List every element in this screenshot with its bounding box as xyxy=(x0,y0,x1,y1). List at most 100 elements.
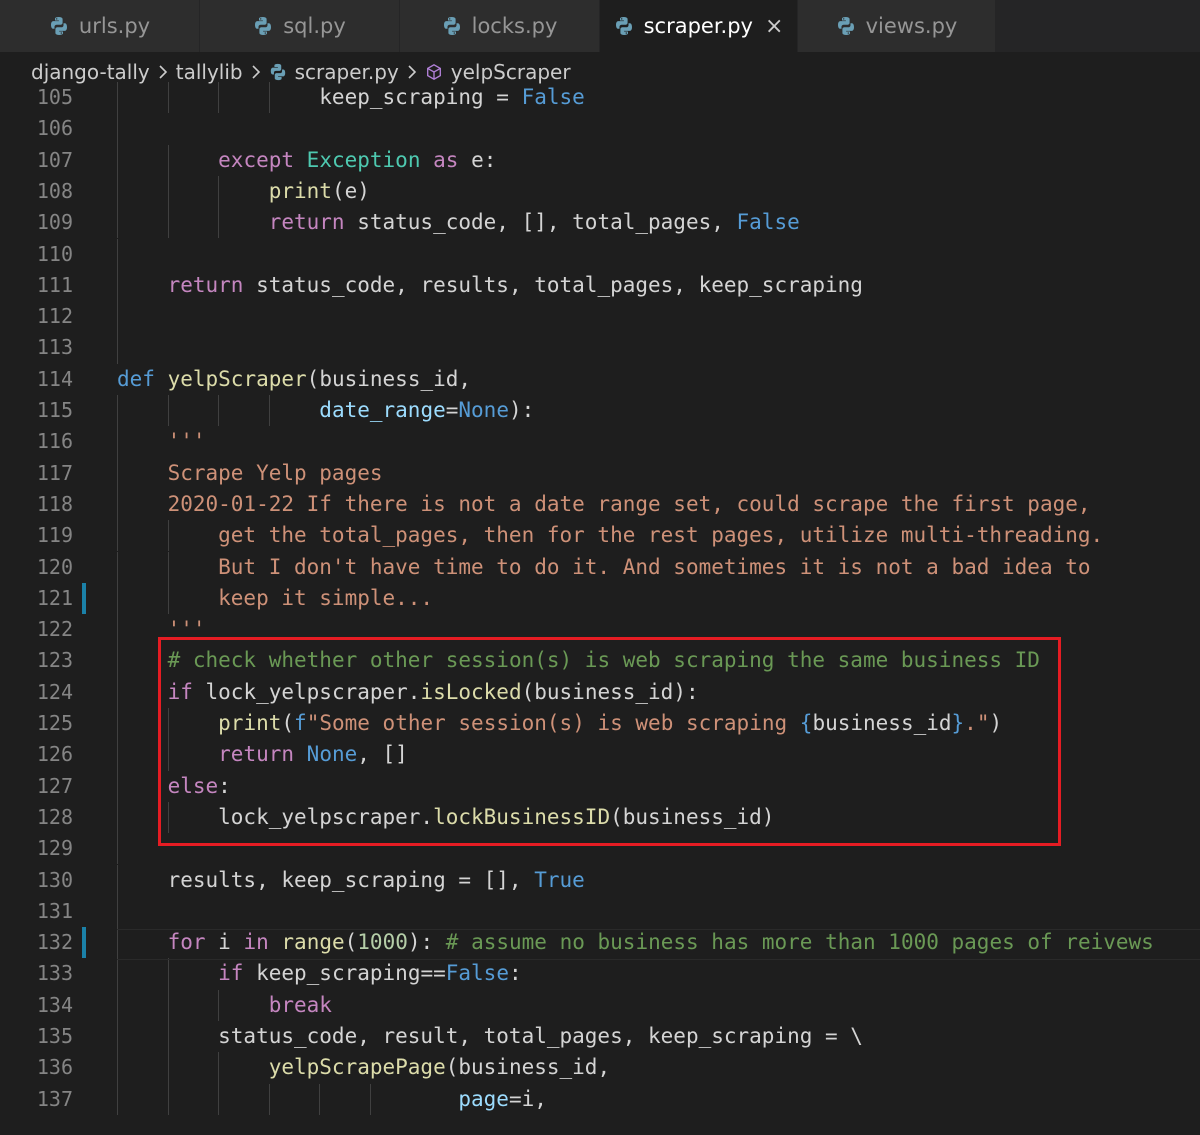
code-text: keep it simple... xyxy=(117,585,434,610)
tab-views[interactable]: views.py xyxy=(798,0,996,52)
code-line[interactable]: 136 yelpScrapePage(business_id, xyxy=(0,1052,1200,1084)
breadcrumb-folder-django-tally[interactable]: django-tally xyxy=(31,60,150,84)
line-number: 110 xyxy=(36,241,73,266)
code-line[interactable]: 106 xyxy=(0,113,1200,145)
code-text: except Exception as e: xyxy=(218,147,497,172)
code-line[interactable]: 117 Scrape Yelp pages xyxy=(0,457,1200,489)
close-icon[interactable]: × xyxy=(765,14,783,39)
current-line-highlight xyxy=(117,929,1200,960)
code-text: keep_scraping = False xyxy=(117,85,585,109)
code-text: if lock_yelpscraper.isLocked(business_id… xyxy=(167,679,699,704)
breadcrumb-folder-tallylib[interactable]: tallylib xyxy=(176,60,243,84)
indent-guide xyxy=(117,895,118,928)
line-number: 111 xyxy=(36,272,73,297)
line-number: 133 xyxy=(36,961,73,986)
line-number: 124 xyxy=(36,679,73,704)
code-text: return status_code, results, total_pages… xyxy=(167,272,863,297)
line-number: 106 xyxy=(36,116,73,141)
line-number: 130 xyxy=(36,867,73,892)
code-text: lock_yelpscraper.lockBusinessID(business… xyxy=(117,804,775,829)
breadcrumb-file-label: scraper.py xyxy=(294,60,399,84)
code-line[interactable]: 126 return None, [] xyxy=(0,739,1200,771)
code-line[interactable]: 122 ''' xyxy=(0,614,1200,646)
line-number: 121 xyxy=(36,585,73,610)
code-line[interactable]: 121 keep it simple... xyxy=(0,582,1200,615)
tab-scraper[interactable]: scraper.py × xyxy=(600,0,798,52)
code-text: results, keep_scraping = [], True xyxy=(117,867,585,892)
indent-guide xyxy=(117,113,118,145)
tab-label: sql.py xyxy=(283,14,346,38)
code-line[interactable]: 135 status_code, result, total_pages, ke… xyxy=(0,1021,1200,1053)
line-number: 116 xyxy=(36,429,73,454)
indent-guide xyxy=(117,238,118,270)
line-number: 132 xyxy=(36,930,73,955)
code-text: yelpScrapePage(business_id, xyxy=(268,1055,611,1080)
breadcrumb-file-scraper[interactable]: scraper.py xyxy=(269,60,399,84)
code-line[interactable]: 110 xyxy=(0,238,1200,270)
code-line[interactable]: 130 results, keep_scraping = [], True xyxy=(0,864,1200,896)
line-number: 137 xyxy=(36,1086,73,1111)
modified-line-indicator xyxy=(82,927,86,959)
line-number: 119 xyxy=(36,523,73,548)
code-line[interactable]: 116 ''' xyxy=(0,426,1200,458)
code-line[interactable]: 113 xyxy=(0,332,1200,364)
python-icon xyxy=(270,63,285,81)
code-text: return status_code, [], total_pages, Fal… xyxy=(268,210,800,235)
code-line[interactable]: 118 2020-01-22 If there is not a date ra… xyxy=(0,488,1200,521)
code-line[interactable]: 133 if keep_scraping==False: xyxy=(0,958,1200,990)
code-line[interactable]: 114 def yelpScraper(business_id, xyxy=(0,364,1200,395)
tab-label: locks.py xyxy=(471,14,558,38)
line-number: 105 xyxy=(36,85,73,109)
code-line[interactable]: 112 xyxy=(0,301,1200,333)
code-line[interactable]: 125 print(f"Some other session(s) is web… xyxy=(0,708,1200,740)
line-number: 125 xyxy=(36,711,73,735)
code-text: Scrape Yelp pages xyxy=(117,460,383,485)
chevron-right-icon xyxy=(159,65,167,79)
code-line[interactable]: 107 except Exception as e: xyxy=(0,144,1200,176)
tab-locks[interactable]: locks.py xyxy=(400,0,600,52)
code-text: return None, [] xyxy=(218,742,408,767)
python-icon xyxy=(615,17,632,35)
line-number: 134 xyxy=(36,992,73,1017)
code-text: break xyxy=(268,992,332,1017)
modified-line-indicator xyxy=(82,582,86,615)
code-text: But I don't have time to do it. And some… xyxy=(117,554,1091,579)
code-line[interactable]: 128 lock_yelpscraper.lockBusinessID(busi… xyxy=(0,801,1200,834)
code-line[interactable]: 105 keep_scraping = False xyxy=(0,82,1200,114)
code-text: status_code, result, total_pages, keep_s… xyxy=(117,1024,863,1048)
code-line[interactable]: 120 But I don't have time to do it. And … xyxy=(0,551,1200,583)
code-text: else: xyxy=(167,773,231,798)
code-line[interactable]: 131 xyxy=(0,895,1200,928)
code-text: 2020-01-22 If there is not a date range … xyxy=(117,491,1091,516)
code-text: def yelpScraper(business_id, xyxy=(117,366,472,391)
code-line[interactable]: 137 page=i, xyxy=(0,1083,1200,1115)
code-line[interactable]: 123 # check whether other session(s) is … xyxy=(0,645,1200,677)
tab-label: views.py xyxy=(865,14,958,38)
code-line[interactable]: 127 else: xyxy=(0,770,1200,802)
line-number: 131 xyxy=(36,898,73,923)
python-icon xyxy=(443,17,460,35)
python-icon xyxy=(837,17,854,35)
code-line[interactable]: 111 return status_code, results, total_p… xyxy=(0,269,1200,302)
python-icon xyxy=(255,17,272,35)
code-line[interactable]: 129 xyxy=(0,833,1200,865)
line-number: 128 xyxy=(36,804,73,829)
code-line[interactable]: 124 if lock_yelpscraper.isLocked(busines… xyxy=(0,676,1200,708)
code-line[interactable]: 119 get the total_pages, then for the re… xyxy=(0,520,1200,552)
code-editor[interactable]: 105 keep_scraping = False 106 107 except E… xyxy=(0,82,1200,1135)
code-line[interactable]: 134 break xyxy=(0,989,1200,1021)
code-text: print(e) xyxy=(268,178,370,203)
indent-guide xyxy=(117,833,118,865)
code-line[interactable]: 109 return status_code, [], total_pages,… xyxy=(0,207,1200,239)
line-number: 123 xyxy=(36,648,73,673)
line-number: 129 xyxy=(36,836,73,861)
tab-sql[interactable]: sql.py xyxy=(200,0,400,52)
line-number: 107 xyxy=(36,147,73,172)
code-line[interactable]: 115 date_range=None): xyxy=(0,395,1200,427)
chevron-right-icon xyxy=(408,65,416,79)
breadcrumb-symbol-yelpscraper[interactable]: yelpScraper xyxy=(425,60,571,84)
code-line[interactable]: 108 print(e) xyxy=(0,175,1200,208)
tab-urls[interactable]: urls.py xyxy=(0,0,200,52)
indent-guide xyxy=(117,301,118,333)
line-number: 115 xyxy=(36,398,73,422)
